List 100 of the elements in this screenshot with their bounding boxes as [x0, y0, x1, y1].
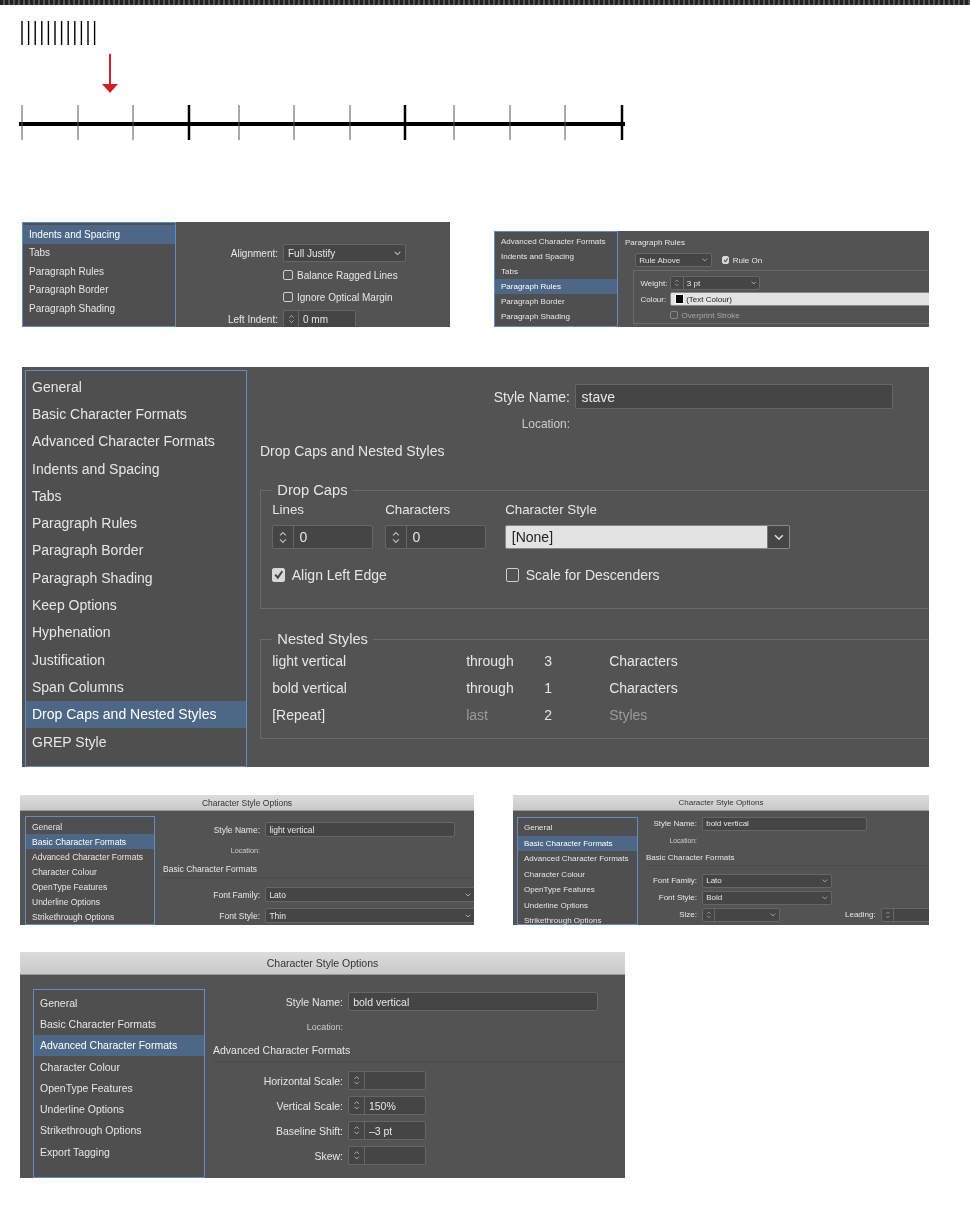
spinner-field[interactable]: 0 mm: [283, 310, 356, 327]
sidebar-item[interactable]: Paragraph Border: [26, 536, 246, 565]
text-field[interactable]: light vertical: [265, 822, 455, 837]
dropdown[interactable]: Full Justify: [283, 244, 406, 262]
column-label: Lines: [272, 502, 305, 518]
chevron-down-icon: [464, 892, 471, 897]
sidebar-item[interactable]: Indents and Spacing: [495, 249, 617, 264]
sidebar-item[interactable]: Paragraph Shading: [495, 309, 617, 324]
sidebar-item[interactable]: Drop Caps and Nested Styles: [26, 700, 246, 728]
field-label: Font Style:: [657, 893, 697, 902]
sidebar-item[interactable]: Export Tagging: [34, 1141, 204, 1163]
text-field[interactable]: stave: [575, 384, 893, 409]
spinner-field[interactable]: [348, 1071, 426, 1090]
sidebar-item[interactable]: OpenType Features: [26, 879, 154, 894]
section-heading: Basic Character Formats: [646, 849, 929, 866]
sidebar-item[interactable]: Strikethrough Options: [26, 909, 154, 924]
spinner-field[interactable]: [348, 1146, 426, 1165]
text-field[interactable]: bold vertical: [702, 816, 867, 831]
sidebar-item[interactable]: Paragraph Border: [23, 280, 175, 299]
checkbox[interactable]: [283, 292, 293, 302]
sidebar-item[interactable]: Advanced Character Formats: [495, 234, 617, 249]
chevron-down-icon: [822, 895, 828, 900]
sidebar-item[interactable]: General: [26, 373, 246, 401]
sidebar-item[interactable]: General: [34, 992, 204, 1014]
checkbox[interactable]: [506, 568, 520, 582]
checkbox[interactable]: [283, 270, 293, 280]
sidebar-item[interactable]: Hyphenation: [26, 618, 246, 646]
sidebar-item[interactable]: Advanced Character Formats: [26, 427, 246, 455]
table-cell-text: light vertical: [272, 651, 348, 671]
sidebar-item[interactable]: Underline Options: [26, 894, 154, 909]
sidebar-item[interactable]: Basic Character Formats: [34, 1013, 204, 1035]
sidebar-item[interactable]: Advanced Character Formats: [34, 1034, 204, 1056]
sidebar-item[interactable]: Paragraph Rules: [26, 509, 246, 537]
sidebar-item[interactable]: OpenType Features: [518, 882, 637, 898]
text-field[interactable]: bold vertical: [348, 992, 598, 1011]
spinner-field[interactable]: 3 pt: [670, 276, 761, 290]
spinner-field[interactable]: –3 pt: [348, 1121, 426, 1140]
checkbox-label: Scale for Descenders: [525, 566, 660, 583]
sidebar-item[interactable]: Character Colour: [34, 1055, 204, 1078]
section-heading: Advanced Character Formats: [213, 1039, 625, 1062]
checkbox-label: Overprint Stroke: [681, 310, 740, 320]
sidebar-item[interactable]: OpenType Features: [34, 1077, 204, 1099]
field-label: Style Name:: [492, 388, 570, 405]
sidebar-item[interactable]: Basic Character Formats: [26, 400, 246, 428]
chevron-down-icon: [394, 250, 401, 256]
sidebar-item[interactable]: Underline Options: [34, 1098, 204, 1120]
dropdown[interactable]: Rule Above: [635, 253, 712, 267]
sidebar-item[interactable]: GREP Style: [26, 727, 246, 756]
sidebar-item[interactable]: Indents and Spacing: [26, 454, 246, 483]
section-heading: Paragraph Rules: [625, 236, 687, 249]
table-cell-text: 2: [544, 705, 553, 725]
sidebar-item[interactable]: Tabs: [495, 264, 617, 279]
sidebar-item[interactable]: Tabs: [26, 482, 246, 510]
sidebar-item[interactable]: Paragraph Rules: [495, 279, 617, 294]
sidebar-item[interactable]: Paragraph Rules: [23, 262, 175, 281]
dropdown[interactable]: Bold: [702, 890, 832, 905]
chevron-down-icon: [770, 912, 776, 917]
sidebar-item[interactable]: Character Colour: [518, 866, 637, 882]
stepper-icon: [287, 313, 295, 325]
spinner-field[interactable]: 0: [385, 524, 487, 550]
sidebar-item[interactable]: Tabs: [23, 243, 175, 262]
sidebar-item[interactable]: Span Columns: [26, 673, 246, 701]
checkbox-label: Balance Ragged Lines: [297, 269, 398, 281]
dropdown[interactable]: Lato: [702, 873, 832, 888]
sidebar-item[interactable]: General: [26, 819, 154, 834]
field-label: Leading:: [845, 910, 876, 919]
field-label: Size:: [678, 910, 697, 919]
dropdown[interactable]: Lato: [265, 887, 474, 902]
sidebar-item[interactable]: General: [518, 820, 637, 836]
sidebar-item[interactable]: Basic Character Formats: [518, 835, 637, 851]
sidebar-item[interactable]: Keep Options: [26, 591, 246, 619]
sidebar-item[interactable]: Advanced Character Formats: [518, 851, 637, 867]
sidebar-item[interactable]: Character Colour: [26, 864, 154, 879]
sidebar-item[interactable]: Strikethrough Options: [34, 1119, 204, 1142]
sidebar-item[interactable]: Basic Character Formats: [26, 834, 154, 849]
sidebar-item[interactable]: Strikethrough Options: [518, 913, 637, 925]
field-label: Location:: [520, 416, 570, 431]
field-label: Weight:: [640, 278, 666, 288]
spinner-field[interactable]: 0: [272, 524, 374, 550]
dropdown[interactable]: [None]: [505, 524, 791, 550]
window-title: Character Style Options: [513, 795, 929, 811]
table-cell-text: Characters: [609, 651, 679, 671]
color-dropdown[interactable]: (Text Colour): [670, 292, 929, 306]
spinner-field[interactable]: 150%: [348, 1096, 426, 1115]
stepper-icon: [352, 1124, 360, 1137]
spinner-field[interactable]: [702, 907, 780, 922]
column-label: Character Style: [505, 502, 598, 518]
sidebar-item[interactable]: Paragraph Border: [495, 294, 617, 309]
stepper-icon: [674, 278, 680, 288]
sidebar-item[interactable]: Justification: [26, 645, 246, 674]
dropdown[interactable]: Thin: [265, 908, 474, 923]
sidebar-item[interactable]: Paragraph Shading: [23, 299, 175, 318]
sidebar-item[interactable]: Paragraph Shading: [26, 564, 246, 592]
table-cell-text: Characters: [609, 678, 679, 698]
field-label: Font Style:: [218, 910, 260, 921]
sidebar-item[interactable]: Advanced Character Formats: [26, 849, 154, 864]
sidebar-item[interactable]: Indents and Spacing: [23, 225, 175, 244]
sidebar-item[interactable]: Underline Options: [518, 897, 637, 913]
chevron-down-icon: [750, 281, 757, 285]
field-label: Font Family:: [212, 889, 260, 900]
